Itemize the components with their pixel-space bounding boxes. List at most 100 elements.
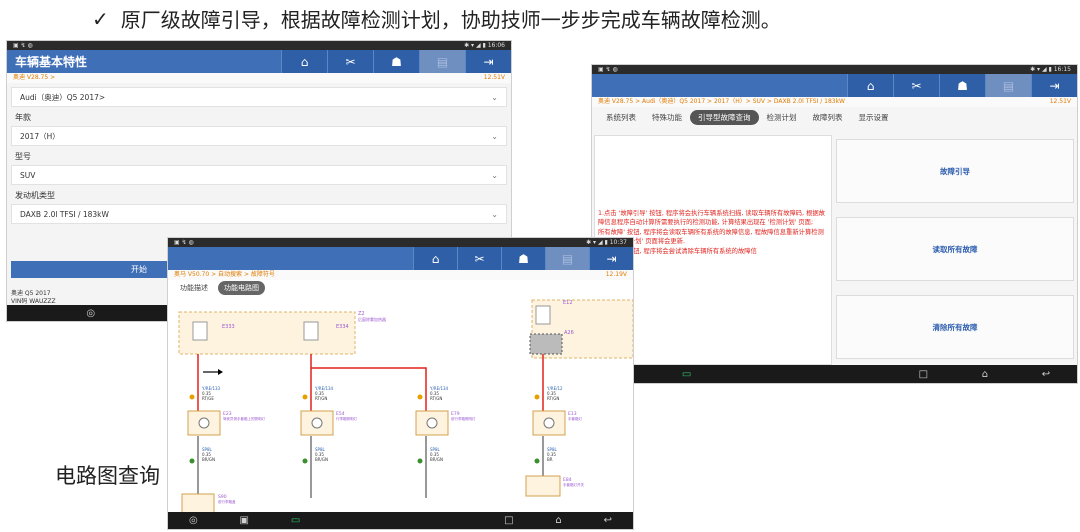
tools-icon[interactable]: ✂	[327, 50, 373, 73]
print-icon[interactable]: ▤	[419, 50, 465, 73]
chevron-down-icon: ⌄	[491, 92, 498, 102]
type-label: 型号	[15, 152, 31, 161]
user-icon[interactable]: ☗	[501, 247, 545, 270]
switch-s90	[181, 493, 215, 513]
svg-text:BR/GN: BR/GN	[202, 457, 215, 462]
headline-text: 原厂级故障引导，根据故障检测计划，协助技师一步步完成车辆故障检测。	[120, 8, 781, 32]
svg-text:BR/GN: BR/GN	[430, 457, 443, 462]
app-icon[interactable]: ◎	[189, 515, 198, 526]
tab-system-list[interactable]: 系统列表	[598, 110, 644, 125]
vehicle-info: 奥迪 Q5 2017 VIN码 WAUZZZ	[11, 290, 56, 306]
exit-icon[interactable]: ⇥	[465, 50, 511, 73]
tools-icon[interactable]: ✂	[457, 247, 501, 270]
model-select[interactable]: Audi（奥迪）Q5 2017> ⌄	[11, 87, 507, 107]
tab-function-circuit[interactable]: 功能电路图	[218, 281, 265, 295]
guided-fault-screen: ▣ ↯ ◍ ✱ ▾ ◢ ▮ 16:15 ⌂ ✂ ☗ ▤ ⇥ 奥迪 V28.75 >…	[591, 64, 1078, 384]
fuse-e333	[192, 321, 208, 341]
svg-text:前行李箱照明灯: 前行李箱照明灯	[451, 416, 476, 421]
circuit-diagram-screen: ▣ ↯ ◍ ✱ ▾ ◢ ▮ 10:37 ⌂ ✂ ☗ ▤ ⇥ 奥马 V50.70 >…	[167, 237, 634, 530]
svg-text:行李箱照明灯: 行李箱照明灯	[336, 416, 357, 421]
guide-line: 1.点击 '故障引导' 按钮, 程序将会执行车辆系统扫描, 读取车辆所有故障码,…	[598, 210, 825, 226]
info-bar: 奥迪 V28.75 > 12.51V	[7, 73, 511, 83]
engine-select[interactable]: DAXB 2.0l TFSI / 183kW ⌄	[11, 204, 507, 224]
svg-text:RT/GE: RT/GE	[202, 396, 214, 401]
status-bar: ▣ ↯ ◍ ✱ ▾ ◢ ▮ 10:37	[168, 238, 633, 247]
tab-fault-list[interactable]: 故障列表	[805, 110, 851, 125]
user-icon[interactable]: ☗	[939, 74, 985, 97]
home-nav-icon[interactable]: ⌂	[555, 515, 561, 526]
fuse-e334	[303, 321, 319, 341]
svg-text:RT/GN: RT/GN	[430, 396, 442, 401]
svg-text:手套箱灯: 手套箱灯	[568, 416, 582, 421]
clear-all-faults-button[interactable]: 清除所有故障	[836, 295, 1074, 359]
svg-text:手套箱灯开关: 手套箱灯开关	[563, 482, 584, 487]
app-icon[interactable]: ◎	[86, 308, 95, 319]
status-bar: ▣ ↯ ◍ ✱ ▾ ◢ ▮ 16:06	[7, 41, 511, 50]
switch-e84	[525, 475, 561, 497]
back-icon[interactable]: ↩	[604, 515, 612, 526]
breadcrumb: 奥马 V50.70 > 自动搜索 > 故障符号	[174, 271, 275, 278]
tab-bar: 功能描述 功能电路图	[168, 280, 633, 296]
home-icon[interactable]: ⌂	[281, 50, 327, 73]
tab-display-settings[interactable]: 显示设置	[851, 110, 897, 125]
tab-guided-fault-query[interactable]: 引导型故障查询	[690, 109, 759, 125]
model-select-value: Audi（奥迪）Q5 2017>	[20, 92, 106, 102]
year-select[interactable]: 2017（H） ⌄	[11, 126, 507, 146]
svg-text:BR/GN: BR/GN	[315, 457, 328, 462]
app-header: ⌂ ✂ ☗ ▤ ⇥	[592, 74, 1077, 97]
gallery-icon[interactable]: ▣	[240, 515, 249, 526]
label-e12: E12	[563, 300, 573, 306]
svg-text:驾驶员侧手套箱上的照明灯: 驾驶员侧手套箱上的照明灯	[223, 416, 265, 421]
home-nav-icon[interactable]: ⌂	[982, 369, 988, 380]
back-icon[interactable]: ↩	[1042, 369, 1050, 380]
print-icon[interactable]: ▤	[545, 247, 589, 270]
engine-label: 发动机类型	[15, 191, 55, 200]
svg-text:RT/GN: RT/GN	[547, 396, 559, 401]
home-icon[interactable]: ⌂	[847, 74, 893, 97]
voltage-text: 12.51V	[1049, 98, 1071, 105]
app-header: 车辆基本特性 ⌂ ✂ ☗ ▤ ⇥	[7, 50, 511, 73]
tab-function-description[interactable]: 功能描述	[174, 281, 214, 295]
tools-icon[interactable]: ✂	[893, 74, 939, 97]
screen-title: 车辆基本特性	[15, 55, 88, 69]
tab-bar: 系统列表 特殊功能 引导型故障查询 检测计划 故障列表 显示设置	[592, 107, 1077, 127]
headline: ✓ 原厂级故障引导，根据故障检测计划，协助技师一步步完成车辆故障检测。	[92, 4, 781, 33]
bottom-nav: ◎ ▣ ▭ □ ⌂ ↩	[168, 512, 633, 529]
recent-apps-icon[interactable]: □	[504, 515, 513, 526]
svg-text:RT/GN: RT/GN	[315, 396, 327, 401]
module-a26	[529, 333, 563, 355]
read-all-faults-button[interactable]: 读取所有故障	[836, 217, 1074, 281]
fault-guide-button[interactable]: 故障引导	[836, 139, 1074, 203]
voltage-text: 12.51V	[483, 74, 505, 81]
circuit-diagram[interactable]: E333 E334 Z2 后窗除雾加热器 E12 A26 Y/RE/133 0.…	[168, 298, 634, 513]
label-z2-desc: 后窗除雾加热器	[358, 316, 386, 322]
svg-text:前行李箱盖: 前行李箱盖	[218, 499, 236, 504]
year-label: 年款	[15, 113, 31, 122]
recent-apps-icon[interactable]: □	[919, 369, 928, 380]
type-select[interactable]: SUV ⌄	[11, 165, 507, 185]
status-bar: ▣ ↯ ◍ ✱ ▾ ◢ ▮ 16:15	[592, 65, 1077, 74]
vci-icon[interactable]: ▭	[291, 515, 300, 526]
voltage-text: 12.19V	[605, 271, 627, 278]
type-select-value: SUV	[20, 170, 36, 180]
fuse-e12	[535, 305, 551, 325]
home-icon[interactable]: ⌂	[413, 247, 457, 270]
info-bar: 奥马 V50.70 > 自动搜索 > 故障符号 12.19V	[168, 270, 633, 280]
version-text: 奥迪 V28.75 >	[13, 74, 56, 81]
label-a26: A26	[564, 330, 574, 336]
user-icon[interactable]: ☗	[373, 50, 419, 73]
print-icon[interactable]: ▤	[985, 74, 1031, 97]
slide: ✓ 原厂级故障引导，根据故障检测计划，协助技师一步步完成车辆故障检测。 ▣ ↯ …	[0, 0, 1080, 532]
svg-text:BR: BR	[547, 457, 553, 462]
year-select-value: 2017（H）	[20, 131, 60, 141]
tab-special-functions[interactable]: 特殊功能	[644, 110, 690, 125]
label-e333: E333	[222, 324, 235, 330]
vci-icon[interactable]: ▭	[682, 369, 691, 380]
caption-circuit-query: 电路图查询	[55, 464, 160, 488]
chevron-down-icon: ⌄	[491, 131, 498, 141]
label-e334: E334	[336, 324, 349, 330]
tab-test-plan[interactable]: 检测计划	[759, 110, 805, 125]
exit-icon[interactable]: ⇥	[1031, 74, 1077, 97]
check-icon: ✓	[92, 6, 109, 31]
exit-icon[interactable]: ⇥	[589, 247, 633, 270]
